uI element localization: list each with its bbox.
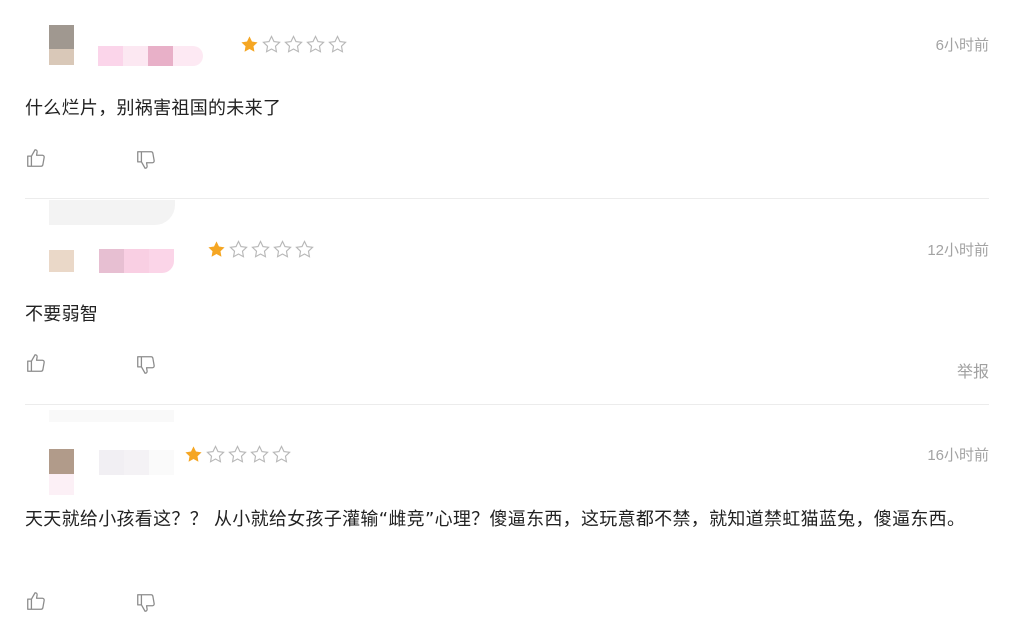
thumbs-up-icon bbox=[27, 592, 45, 610]
star-empty-icon bbox=[272, 445, 291, 463]
avatar[interactable] bbox=[25, 410, 180, 495]
thumbs-down-icon bbox=[137, 594, 155, 612]
star-filled-icon bbox=[185, 446, 202, 462]
rating-stars bbox=[184, 445, 291, 465]
star-empty-icon bbox=[206, 445, 225, 463]
like-button[interactable] bbox=[25, 590, 47, 612]
dislike-button[interactable] bbox=[135, 592, 157, 614]
review-text: 天天就给小孩看这？？ 从小就给女孩子灌输“雌竞”心理？傻逼东西，这玩意都不禁，就… bbox=[25, 509, 966, 530]
star-empty-icon bbox=[228, 445, 247, 463]
review-item: 16小时前 天天就给小孩看这？？ 从小就给女孩子灌输“雌竞”心理？傻逼东西，这玩… bbox=[0, 0, 1012, 623]
star-empty-icon bbox=[250, 445, 269, 463]
review-time: 16小时前 bbox=[927, 447, 989, 464]
